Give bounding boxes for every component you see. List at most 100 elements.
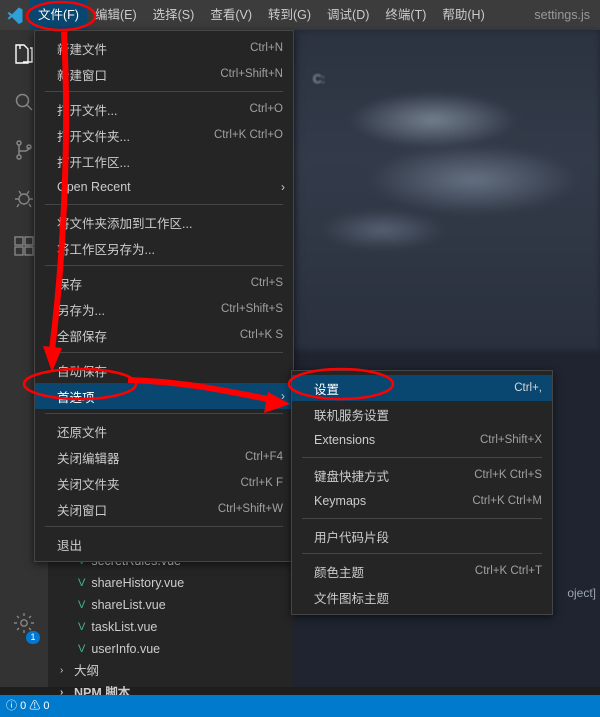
menu-item-label: 设置	[314, 382, 340, 397]
menu-item-label: 首选项	[57, 390, 95, 405]
list-item[interactable]: V userInfo.vue	[48, 638, 293, 660]
menu-file[interactable]: 文件(F)	[30, 0, 87, 30]
menu-item-label: 联机服务设置	[314, 408, 390, 423]
menu-item-open-recent[interactable]: Open Recent ›	[35, 174, 293, 200]
menu-item-save[interactable]: 保存 Ctrl+S	[35, 270, 293, 296]
menu-separator	[45, 413, 283, 414]
menu-item-label: 另存为...	[57, 303, 105, 318]
menu-item-label: 打开文件夹...	[57, 129, 130, 144]
menu-select[interactable]: 选择(S)	[145, 0, 203, 30]
menu-item-new-window[interactable]: 新建窗口 Ctrl+Shift+N	[35, 61, 293, 87]
vue-file-icon: V	[78, 621, 86, 633]
menu-item-settings[interactable]: 设置 Ctrl+,	[292, 375, 552, 401]
menu-item-preferences[interactable]: 首选项 ›	[35, 383, 293, 409]
menu-item-label: 全部保存	[57, 329, 108, 344]
list-item[interactable]: V shareList.vue	[48, 594, 293, 616]
menu-item-user-snippets[interactable]: 用户代码片段	[292, 523, 552, 549]
list-item[interactable]: V shareHistory.vue	[48, 572, 293, 594]
menu-item-revert-file[interactable]: 还原文件	[35, 418, 293, 444]
menu-separator	[45, 91, 283, 92]
menu-separator	[45, 204, 283, 205]
menu-item-close-editor[interactable]: 关闭编辑器 Ctrl+F4	[35, 444, 293, 470]
menu-item-label: 文件图标主题	[314, 591, 390, 606]
title-bar: 文件(F) 编辑(E) 选择(S) 查看(V) 转到(G) 调试(D) 终端(T…	[0, 0, 600, 30]
drive-label: C:	[313, 72, 325, 86]
menu-view[interactable]: 查看(V)	[202, 0, 260, 30]
menu-item-save-all[interactable]: 全部保存 Ctrl+K S	[35, 322, 293, 348]
menu-item-label: 颜色主题	[314, 565, 365, 580]
list-item[interactable]: V taskList.vue	[48, 616, 293, 638]
menu-item-auto-save[interactable]: 自动保存	[35, 357, 293, 383]
menu-item-label: 打开工作区...	[57, 155, 130, 170]
menu-item-exit[interactable]: 退出	[35, 531, 293, 557]
chevron-right-icon: ›	[281, 389, 285, 403]
file-menu-panel[interactable]: 新建文件 Ctrl+N 新建窗口 Ctrl+Shift+N 打开文件... Ct…	[34, 30, 294, 562]
menu-item-save-as[interactable]: 另存为... Ctrl+Shift+S	[35, 296, 293, 322]
menu-item-new-file[interactable]: 新建文件 Ctrl+N	[35, 35, 293, 61]
menu-item-open-folder[interactable]: 打开文件夹... Ctrl+K Ctrl+O	[35, 122, 293, 148]
chevron-right-icon: ›	[281, 180, 285, 194]
menu-goto[interactable]: 转到(G)	[260, 0, 319, 30]
menu-item-label: 还原文件	[57, 425, 108, 440]
menu-item-shortcut: Ctrl+K Ctrl+M	[472, 495, 542, 507]
error-circle-icon: ⓘ	[6, 700, 17, 712]
menu-item-shortcut: Ctrl+S	[250, 277, 283, 289]
vue-file-icon: V	[78, 643, 86, 655]
warning-triangle-icon: ⚠	[29, 700, 41, 712]
file-label: shareHistory.vue	[91, 576, 185, 590]
menu-item-open-file[interactable]: 打开文件... Ctrl+O	[35, 96, 293, 122]
menu-bar[interactable]: 文件(F) 编辑(E) 选择(S) 查看(V) 转到(G) 调试(D) 终端(T…	[30, 0, 493, 30]
file-label: shareList.vue	[91, 598, 166, 612]
menu-item-shortcut: Ctrl+N	[250, 42, 283, 54]
preferences-menu-panel[interactable]: 设置 Ctrl+, 联机服务设置 Extensions Ctrl+Shift+X…	[291, 370, 553, 615]
menu-item-keymaps[interactable]: Keymaps Ctrl+K Ctrl+M	[292, 488, 552, 514]
menu-item-color-theme[interactable]: 颜色主题 Ctrl+K Ctrl+T	[292, 558, 552, 584]
menu-terminal[interactable]: 终端(T)	[377, 0, 434, 30]
menu-item-shortcut: Ctrl+K Ctrl+T	[474, 565, 542, 577]
menu-item-shortcut: Ctrl+Shift+N	[220, 68, 283, 80]
settings-gear-icon[interactable]	[0, 599, 48, 647]
menu-item-shortcut: Ctrl+Shift+X	[480, 434, 542, 446]
menu-edit[interactable]: 编辑(E)	[87, 0, 145, 30]
menu-item-label: 将文件夹添加到工作区...	[57, 216, 193, 231]
menu-separator	[302, 553, 542, 554]
menu-item-label: 键盘快捷方式	[314, 469, 390, 484]
menu-item-label: 新建窗口	[57, 68, 108, 83]
menu-item-label: 将工作区另存为...	[57, 242, 155, 257]
file-tree: V secretRules.vue V shareHistory.vue V s…	[48, 550, 293, 704]
menu-item-shortcut: Ctrl+K F	[240, 477, 284, 489]
menu-item-label: 打开文件...	[57, 103, 118, 118]
menu-separator	[45, 526, 283, 527]
status-problems[interactable]: ⓘ 0 ⚠ 0	[0, 695, 55, 717]
menu-item-close-window[interactable]: 关闭窗口 Ctrl+Shift+W	[35, 496, 293, 522]
status-bar: ⓘ 0 ⚠ 0	[0, 695, 600, 717]
activity-bar-bottom	[0, 599, 48, 647]
chevron-right-icon: ›	[60, 665, 64, 676]
menu-item-online-services[interactable]: 联机服务设置	[292, 401, 552, 427]
menu-item-label: 关闭文件夹	[57, 477, 120, 492]
menu-separator	[302, 518, 542, 519]
error-count: 0	[20, 700, 27, 712]
menu-item-file-icon-theme[interactable]: 文件图标主题	[292, 584, 552, 610]
menu-debug[interactable]: 调试(D)	[319, 0, 377, 30]
menu-item-label: 自动保存	[57, 364, 108, 379]
menu-item-label: 退出	[57, 538, 83, 553]
menu-separator	[302, 457, 542, 458]
menu-item-close-folder[interactable]: 关闭文件夹 Ctrl+K F	[35, 470, 293, 496]
menu-item-shortcut: Ctrl+O	[249, 103, 283, 115]
menu-item-label: Keymaps	[314, 494, 367, 508]
menu-item-open-workspace[interactable]: 打开工作区...	[35, 148, 293, 174]
blurred-content	[293, 30, 600, 350]
menu-item-label: Extensions	[314, 433, 376, 447]
menu-item-shortcut: Ctrl+F4	[244, 451, 283, 463]
menu-item-save-workspace-as[interactable]: 将工作区另存为...	[35, 235, 293, 261]
menu-item-shortcut: Ctrl+K Ctrl+O	[213, 129, 283, 141]
vue-file-icon: V	[78, 599, 86, 611]
project-text: oject]	[567, 586, 596, 600]
menu-item-extensions[interactable]: Extensions Ctrl+Shift+X	[292, 427, 552, 453]
menu-help[interactable]: 帮助(H)	[434, 0, 492, 30]
menu-item-shortcut: Ctrl+K S	[239, 329, 283, 341]
menu-item-keyboard-shortcuts[interactable]: 键盘快捷方式 Ctrl+K Ctrl+S	[292, 462, 552, 488]
section-outline[interactable]: › 大纲	[48, 660, 293, 682]
menu-item-add-folder-to-workspace[interactable]: 将文件夹添加到工作区...	[35, 209, 293, 235]
